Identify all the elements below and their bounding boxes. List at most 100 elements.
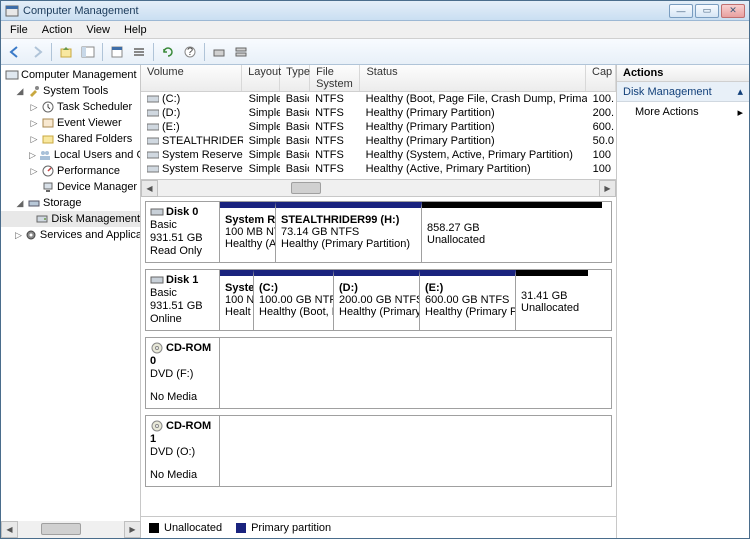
show-hide-tree-button[interactable] xyxy=(78,42,98,62)
cdrom-icon xyxy=(150,342,164,354)
volume-capacity: 600. xyxy=(587,121,616,133)
disk-row[interactable]: CD-ROM 0DVD (F:)No Media xyxy=(145,337,612,409)
disk-list-button[interactable] xyxy=(231,42,251,62)
collapse-icon[interactable]: ◢ xyxy=(15,198,25,209)
partition[interactable]: System Res100 MB NTFHealthy (Act xyxy=(220,202,276,262)
header-volume[interactable]: Volume xyxy=(141,65,242,91)
menu-file[interactable]: File xyxy=(3,22,35,38)
header-filesystem[interactable]: File System xyxy=(310,65,360,91)
volume-row[interactable]: (D:)SimpleBasicNTFSHealthy (Primary Part… xyxy=(141,106,616,120)
menu-view[interactable]: View xyxy=(79,22,117,38)
collapse-icon[interactable]: ◢ xyxy=(15,86,25,97)
volume-fs: NTFS xyxy=(309,121,360,133)
tree-disk-management[interactable]: Disk Management xyxy=(1,211,140,227)
scroll-right-icon[interactable]: ▶ xyxy=(599,180,616,197)
volume-layout: Simple xyxy=(243,163,280,175)
partition-status: Healt xyxy=(225,306,248,318)
disk-header[interactable]: Disk 0Basic931.51 GBRead Only xyxy=(146,202,220,262)
more-actions[interactable]: More Actions▸ xyxy=(617,102,749,123)
partition[interactable]: STEALTHRIDER99 (H:)73.14 GB NTFSHealthy … xyxy=(276,202,422,262)
minimize-button[interactable]: — xyxy=(669,4,693,18)
disk-icon xyxy=(35,212,49,226)
tree-task-scheduler[interactable]: ▷Task Scheduler xyxy=(1,99,140,115)
refresh-button[interactable] xyxy=(158,42,178,62)
tree-root[interactable]: Computer Management (Local xyxy=(1,67,140,83)
volume-row[interactable]: System Reserved (G:)SimpleBasicNTFSHealt… xyxy=(141,162,616,176)
tree-services[interactable]: ▷Services and Applications xyxy=(1,227,140,243)
back-button[interactable] xyxy=(5,42,25,62)
volume-row[interactable]: (E:)SimpleBasicNTFSHealthy (Primary Part… xyxy=(141,120,616,134)
tree-local-users[interactable]: ▷Local Users and Groups xyxy=(1,147,140,163)
drive-icon xyxy=(147,122,159,132)
unallocated-space[interactable]: 31.41 GBUnallocated xyxy=(516,270,588,330)
partition[interactable]: (D:)200.00 GB NTFSHealthy (Primary Pat xyxy=(334,270,420,330)
tools-icon xyxy=(27,84,41,98)
partition[interactable]: (C:)100.00 GB NTFSHealthy (Boot, Pag xyxy=(254,270,334,330)
disk-row[interactable]: Disk 1Basic931.51 GBOnlineSyste100 NHeal… xyxy=(145,269,612,331)
volume-row[interactable]: System ReservedSimpleBasicNTFSHealthy (S… xyxy=(141,148,616,162)
expand-icon[interactable]: ▷ xyxy=(29,134,39,145)
volume-row[interactable]: (C:)SimpleBasicNTFSHealthy (Boot, Page F… xyxy=(141,92,616,106)
expand-icon[interactable]: ▷ xyxy=(29,102,39,113)
forward-button[interactable] xyxy=(27,42,47,62)
partition[interactable]: Syste100 NHealt xyxy=(220,270,254,330)
disk-status: No Media xyxy=(150,391,215,404)
disk-row[interactable]: CD-ROM 1DVD (O:)No Media xyxy=(145,415,612,487)
disk-type: Basic xyxy=(150,219,215,232)
properties-button[interactable] xyxy=(107,42,127,62)
folder-share-icon xyxy=(41,132,55,146)
volume-capacity: 50.0 xyxy=(587,135,616,147)
disk-header[interactable]: CD-ROM 0DVD (F:)No Media xyxy=(146,338,220,408)
unallocated-space[interactable]: 858.27 GBUnallocated xyxy=(422,202,602,262)
disk-header[interactable]: Disk 1Basic931.51 GBOnline xyxy=(146,270,220,330)
scroll-left-icon[interactable]: ◀ xyxy=(141,180,158,197)
scroll-thumb[interactable] xyxy=(41,523,81,535)
menu-help[interactable]: Help xyxy=(117,22,154,38)
disk-size: 931.51 GB xyxy=(150,300,215,313)
volume-name: (D:) xyxy=(162,107,180,119)
expand-icon[interactable]: ▷ xyxy=(29,118,39,129)
partition-size: 100 MB NTF xyxy=(225,226,270,238)
tree-performance[interactable]: ▷Performance xyxy=(1,163,140,179)
volume-scrollbar[interactable]: ◀ ▶ xyxy=(141,180,616,197)
view-list-button[interactable] xyxy=(129,42,149,62)
header-layout[interactable]: Layout xyxy=(242,65,280,91)
disk-header[interactable]: CD-ROM 1DVD (O:)No Media xyxy=(146,416,220,486)
disk-graphical-view[interactable]: Disk 0Basic931.51 GBRead OnlySystem Res1… xyxy=(141,197,616,516)
tree-device-manager[interactable]: Device Manager xyxy=(1,179,140,195)
help-button[interactable]: ? xyxy=(180,42,200,62)
tree-system-tools[interactable]: ◢System Tools xyxy=(1,83,140,99)
menu-action[interactable]: Action xyxy=(35,22,80,38)
titlebar[interactable]: Computer Management — ▭ ✕ xyxy=(1,1,749,21)
header-capacity[interactable]: Cap xyxy=(586,65,616,91)
partition-status: Healthy (Act xyxy=(225,238,270,250)
tree-shared-folders[interactable]: ▷Shared Folders xyxy=(1,131,140,147)
disk-settings-button[interactable] xyxy=(209,42,229,62)
disk-row[interactable]: Disk 0Basic931.51 GBRead OnlySystem Res1… xyxy=(145,201,612,263)
tree-scrollbar[interactable]: ◀ ▶ xyxy=(1,521,141,538)
scroll-left-icon[interactable]: ◀ xyxy=(1,521,18,538)
volume-type: Basic xyxy=(280,149,309,161)
partition-size: 100.00 GB NTFS xyxy=(259,294,328,306)
partition-name: (E:) xyxy=(425,282,510,294)
nav-tree[interactable]: Computer Management (Local ◢System Tools… xyxy=(1,65,141,521)
disk-size: 931.51 GB xyxy=(150,232,215,245)
maximize-button[interactable]: ▭ xyxy=(695,4,719,18)
tree-storage[interactable]: ◢Storage xyxy=(1,195,140,211)
close-button[interactable]: ✕ xyxy=(721,4,745,18)
up-button[interactable] xyxy=(56,42,76,62)
expand-icon[interactable]: ▷ xyxy=(15,230,22,241)
volume-row[interactable]: STEALTHRIDER99 (H:)SimpleBasicNTFSHealth… xyxy=(141,134,616,148)
volume-fs: NTFS xyxy=(309,163,360,175)
actions-section[interactable]: Disk Management▴ xyxy=(617,82,749,102)
scroll-thumb[interactable] xyxy=(291,182,321,194)
partition[interactable]: (E:)600.00 GB NTFSHealthy (Primary Parti… xyxy=(420,270,516,330)
volume-list[interactable]: Volume Layout Type File System Status Ca… xyxy=(141,65,616,180)
scroll-right-icon[interactable]: ▶ xyxy=(124,521,141,538)
tree-event-viewer[interactable]: ▷Event Viewer xyxy=(1,115,140,131)
expand-icon[interactable]: ▷ xyxy=(29,166,39,177)
expand-icon[interactable]: ▷ xyxy=(29,150,36,161)
partition-name: System Res xyxy=(225,214,270,226)
header-type[interactable]: Type xyxy=(280,65,310,91)
header-status[interactable]: Status xyxy=(360,65,586,91)
